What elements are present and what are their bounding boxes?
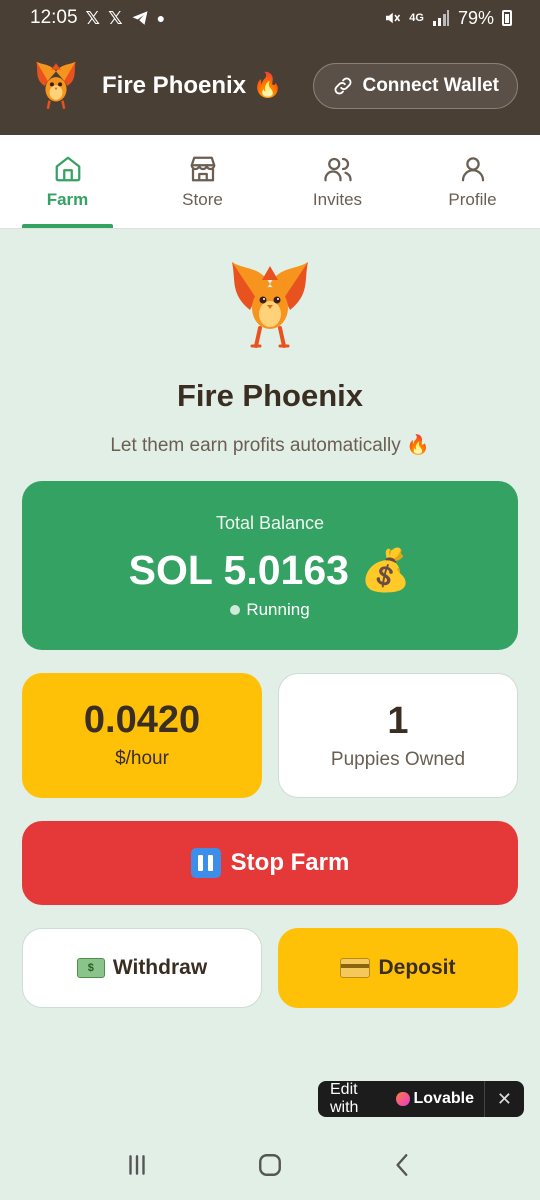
farm-status: Running [22, 600, 518, 620]
earning-rate-card: 0.0420 $/hour [22, 673, 262, 798]
tab-invites[interactable]: Invites [270, 135, 405, 228]
x-icon: 𝕏 [85, 7, 101, 28]
banknote-icon: $ [76, 958, 105, 978]
status-bar: 12:05 𝕏 𝕏 ● 4G 79% [0, 0, 540, 36]
puppies-owned-card: 1 Puppies Owned [278, 673, 518, 798]
withdraw-button[interactable]: $ Withdraw [22, 928, 262, 1008]
close-icon[interactable]: ✕ [497, 1089, 512, 1110]
deposit-label: Deposit [378, 956, 456, 979]
app-title: Fire Phoenix 🔥 [102, 72, 283, 99]
balance-label: Total Balance [215, 513, 325, 533]
puppies-owned-label: Puppies Owned [330, 749, 466, 770]
tab-store-label: Store [182, 189, 223, 209]
status-dot-icon [230, 605, 241, 615]
recent-apps-icon[interactable] [124, 1152, 150, 1178]
deposit-button[interactable]: Deposit [278, 928, 518, 1008]
tab-store[interactable]: Store [135, 135, 270, 228]
home-icon [55, 156, 80, 181]
total-balance-card: Total Balance SOL 5.0163 💰 Running [22, 481, 518, 650]
store-icon [190, 156, 215, 181]
credit-card-icon [340, 958, 371, 978]
network-type: 4G [409, 12, 424, 24]
battery-percent: 79% [457, 7, 494, 28]
tab-invites-label: Invites [312, 189, 363, 209]
tab-bar: Farm Store Invites Profile [0, 135, 540, 229]
status-time: 12:05 [30, 7, 78, 28]
edit-with-lovable-badge[interactable]: Edit with Lovable ✕ [318, 1081, 524, 1117]
pause-icon [190, 848, 221, 878]
tab-farm[interactable]: Farm [0, 135, 135, 228]
balance-value: SOL 5.0163 💰 [128, 547, 412, 593]
tab-profile[interactable]: Profile [405, 135, 540, 228]
farm-status-label: Running [246, 600, 310, 619]
badge-brand: Lovable [413, 1090, 474, 1107]
stop-farm-label: Stop Farm [230, 849, 350, 876]
earning-rate-label: $/hour [115, 748, 169, 769]
connect-wallet-label: Connect Wallet [362, 74, 499, 96]
earning-rate-value: 0.0420 [83, 699, 201, 741]
system-nav-bar [0, 1130, 540, 1200]
user-icon [461, 156, 484, 181]
lovable-heart-icon [396, 1092, 410, 1106]
phoenix-logo-icon [36, 61, 76, 109]
link-icon [335, 77, 352, 94]
badge-prefix: Edit with [330, 1081, 359, 1116]
status-right: 4G 79% [383, 8, 512, 29]
dot-icon: ● [156, 10, 166, 26]
signal-icon [432, 10, 449, 26]
badge-divider [483, 1081, 485, 1117]
x-icon: 𝕏 [108, 7, 123, 28]
home-nav-icon[interactable] [257, 1152, 283, 1178]
back-icon[interactable] [390, 1152, 416, 1178]
hero-title: Fire Phoenix [176, 378, 364, 413]
users-icon [323, 157, 352, 181]
battery-icon [502, 10, 512, 26]
telegram-icon [132, 11, 148, 25]
phoenix-hero-icon [232, 262, 308, 348]
app-header: Fire Phoenix 🔥 Connect Wallet [0, 36, 540, 135]
tab-farm-label: Farm [46, 189, 89, 209]
withdraw-label: Withdraw [112, 956, 208, 979]
stop-farm-button[interactable]: Stop Farm [22, 821, 518, 905]
tab-profile-label: Profile [448, 189, 497, 209]
mute-icon [386, 12, 401, 24]
connect-wallet-button[interactable]: Connect Wallet [313, 62, 518, 109]
status-left: 12:05 𝕏 𝕏 ● [30, 7, 165, 29]
puppies-owned-value: 1 [387, 700, 409, 742]
hero-subtitle: Let them earn profits automatically 🔥 [110, 435, 430, 456]
